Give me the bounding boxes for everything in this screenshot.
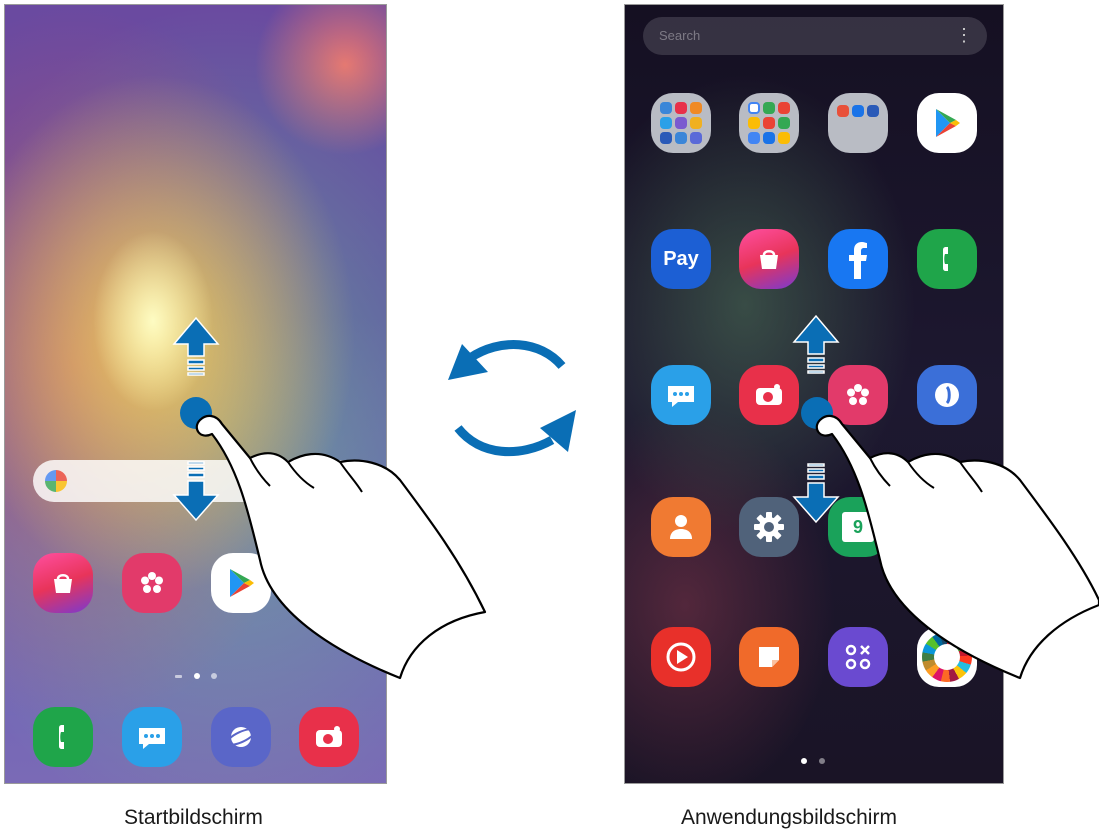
google-search-widget[interactable]	[33, 460, 361, 502]
microsoft-folder-icon[interactable]	[828, 93, 888, 153]
home-screen	[4, 4, 387, 784]
camera-icon[interactable]	[299, 707, 359, 767]
gallery-icon[interactable]	[828, 365, 888, 425]
galaxy-store-icon[interactable]	[739, 229, 799, 289]
apps-page-indicator-1	[801, 758, 807, 764]
phone-icon[interactable]	[917, 229, 977, 289]
caption-apps-screen: Anwendungsbildschirm	[681, 806, 897, 829]
youtube-music-icon[interactable]	[651, 627, 711, 687]
apps-screen: Search ⋮ Pay 9	[624, 4, 1004, 784]
apps-search-bar[interactable]: Search ⋮	[643, 17, 987, 55]
apps-page-indicator-2	[819, 758, 825, 764]
samsung-folder-icon[interactable]	[651, 93, 711, 153]
camera-icon[interactable]	[739, 365, 799, 425]
search-placeholder: Search	[659, 28, 701, 43]
goals-wheel	[922, 632, 972, 682]
page-indicator-3	[211, 673, 217, 679]
page-indicator-1	[175, 675, 182, 678]
play-store-icon[interactable]	[211, 553, 271, 613]
phone-icon[interactable]	[33, 707, 93, 767]
samsung-folder-label	[633, 167, 729, 177]
messages-icon[interactable]	[122, 707, 182, 767]
galaxy-store-icon[interactable]	[33, 553, 93, 613]
caption-home-screen: Startbildschirm	[124, 806, 263, 829]
samsung-global-goals-icon[interactable]	[917, 627, 977, 687]
more-options-icon[interactable]: ⋮	[955, 23, 973, 47]
google-logo-icon	[45, 470, 67, 492]
samsung-pay-icon[interactable]: Pay	[651, 229, 711, 289]
play-store-icon[interactable]	[917, 93, 977, 153]
google-folder-icon[interactable]	[739, 93, 799, 153]
settings-icon[interactable]	[739, 497, 799, 557]
samsung-notes-icon[interactable]	[739, 627, 799, 687]
calendar-day: 9	[842, 512, 874, 542]
switch-screens-arrows	[454, 340, 566, 457]
game-launcher-icon[interactable]	[828, 627, 888, 687]
gallery-icon[interactable]	[122, 553, 182, 613]
facebook-icon[interactable]	[828, 229, 888, 289]
page-indicator-2	[194, 673, 200, 679]
internet-browser-icon[interactable]	[211, 707, 271, 767]
contacts-icon[interactable]	[651, 497, 711, 557]
clock-icon[interactable]	[917, 365, 977, 425]
calendar-icon[interactable]: 9	[828, 497, 888, 557]
messages-icon[interactable]	[651, 365, 711, 425]
